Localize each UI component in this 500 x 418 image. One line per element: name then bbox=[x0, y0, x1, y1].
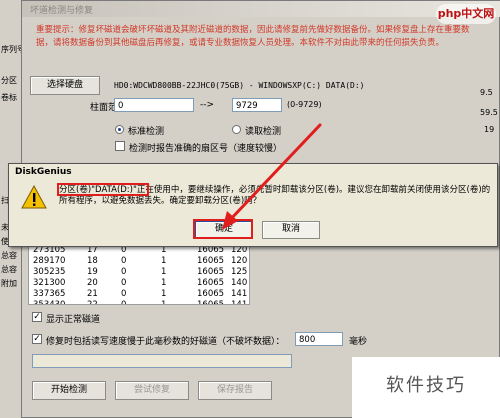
cell-head: 0 bbox=[121, 256, 127, 266]
read-detect-radio[interactable] bbox=[232, 125, 241, 134]
cell-sector: 289170 bbox=[33, 256, 66, 266]
cell-cylinder: 18 bbox=[87, 256, 98, 266]
cell-sector: 337365 bbox=[33, 289, 66, 299]
cell-sector-no: 1 bbox=[161, 267, 167, 277]
cell-head: 0 bbox=[121, 289, 127, 299]
cell-time: 125 bbox=[231, 267, 248, 277]
cylinder-to-input[interactable]: 9729 bbox=[232, 98, 282, 112]
left-strip-label: 总容 bbox=[1, 265, 17, 274]
standard-detect-label: 标准检测 bbox=[128, 127, 165, 137]
cell-count: 16065 bbox=[197, 278, 225, 288]
ms-unit-label: 毫秒 bbox=[349, 337, 368, 347]
dialog-titlebar[interactable]: 坏道检测与修复 bbox=[22, 1, 500, 17]
start-detect-button[interactable]: 开始检测 bbox=[32, 381, 106, 400]
message-highlight-box bbox=[57, 183, 149, 196]
try-repair-button[interactable]: 尝试修复 bbox=[115, 381, 189, 400]
cell-sector: 321300 bbox=[33, 278, 66, 288]
report-sector-label: 检测时报告准确的扇区号（速度较慢） bbox=[129, 144, 283, 154]
table-row: 305235 19 0 1 16065 125 bbox=[29, 267, 249, 278]
cancel-button[interactable]: 取消 bbox=[262, 221, 320, 239]
cell-head: 0 bbox=[121, 267, 127, 277]
table-row: 321300 20 0 1 16065 140 bbox=[29, 278, 249, 289]
cell-sector: 353430 bbox=[33, 300, 66, 305]
warning-panel: 重要提示：修复坏磁道会破坏坏磁道及其附近磁道的数据，因此请修复前先做好数据备份。… bbox=[22, 19, 499, 65]
cylinder-from-input[interactable]: 0 bbox=[114, 98, 194, 112]
cell-cylinder: 21 bbox=[87, 289, 98, 299]
save-report-button[interactable]: 保存报告 bbox=[198, 381, 272, 400]
cell-cylinder: 19 bbox=[87, 267, 98, 277]
select-disk-button[interactable]: 选择硬盘 bbox=[30, 76, 100, 95]
warning-text: 重要提示：修复坏磁道会破坏坏磁道及其附近磁道的数据，因此请修复前先做好数据备份。… bbox=[36, 25, 470, 48]
progress-field bbox=[32, 354, 292, 368]
table-row: 289170 18 0 1 16065 120 bbox=[29, 256, 249, 267]
show-normal-label: 显示正常磁道 bbox=[46, 315, 101, 325]
cell-count: 16065 bbox=[197, 256, 225, 266]
cell-count: 16065 bbox=[197, 300, 225, 305]
repair-slow-checkbox[interactable]: ✓ bbox=[32, 334, 42, 344]
ok-button-highlight bbox=[193, 219, 253, 239]
cell-time: 141 bbox=[231, 289, 248, 299]
table-row: 353430 22 0 1 16065 141 bbox=[29, 300, 249, 305]
cell-count: 16065 bbox=[197, 289, 225, 299]
dialog-title: 坏道检测与修复 bbox=[30, 6, 94, 16]
cylinder-hint: (0-9729) bbox=[287, 100, 322, 109]
right-col-value: 19 bbox=[484, 125, 495, 134]
table-row: 337365 21 0 1 16065 141 bbox=[29, 289, 249, 300]
cell-sector-no: 1 bbox=[161, 300, 167, 305]
ms-input[interactable]: 800 bbox=[295, 332, 343, 346]
repair-slow-label: 修复时包括读写速度慢于此毫秒数的好磁道（不破坏数据）： bbox=[46, 337, 285, 347]
confirm-dialog-title: DiskGenius bbox=[15, 167, 72, 177]
standard-detect-radio[interactable] bbox=[115, 125, 124, 134]
right-col-value: 59.5 bbox=[480, 108, 498, 117]
watermark-bottom: 软件技巧 bbox=[352, 357, 500, 418]
confirm-dialog: DiskGenius 分区(卷)"DATA(D:)"正在使用中，要继续操作，必须… bbox=[8, 163, 498, 247]
cell-head: 0 bbox=[121, 300, 127, 305]
show-normal-checkbox[interactable]: ✓ bbox=[32, 312, 42, 322]
disk-info: HD0:WDCWD800BB-22JHC0(75GB) - WINDOWSXP(… bbox=[114, 81, 365, 90]
cell-sector-no: 1 bbox=[161, 289, 167, 299]
cell-time: 140 bbox=[231, 278, 248, 288]
right-col-value: 9.5 bbox=[480, 88, 493, 97]
cell-count: 16065 bbox=[197, 267, 225, 277]
cell-cylinder: 20 bbox=[87, 278, 98, 288]
cell-head: 0 bbox=[121, 278, 127, 288]
cell-sector-no: 1 bbox=[161, 278, 167, 288]
cell-sector: 305235 bbox=[33, 267, 66, 277]
cell-sector-no: 1 bbox=[161, 256, 167, 266]
warning-icon bbox=[21, 184, 47, 210]
read-detect-label: 读取检测 bbox=[245, 127, 282, 137]
right-column-values: 9.5 59.5 19 bbox=[480, 70, 500, 150]
report-sector-checkbox[interactable] bbox=[115, 141, 125, 151]
cell-time: 141 bbox=[231, 300, 248, 305]
cell-time: 120 bbox=[231, 256, 248, 266]
left-strip-label: 附加 bbox=[1, 279, 17, 288]
range-arrow: --> bbox=[200, 100, 215, 110]
left-strip-label: 卷标 bbox=[1, 93, 17, 102]
cell-cylinder: 22 bbox=[87, 300, 98, 305]
watermark-top: php中文网 bbox=[436, 4, 496, 24]
left-strip-label: 分区 bbox=[1, 76, 17, 85]
left-strip-label: 总容 bbox=[1, 251, 17, 260]
